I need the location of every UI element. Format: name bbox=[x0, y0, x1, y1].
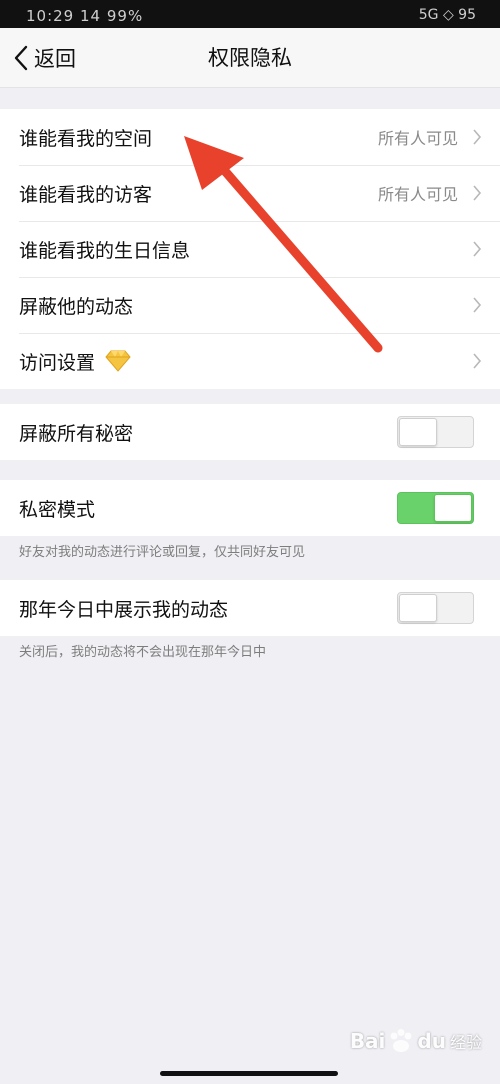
row-label: 屏蔽所有秘密 bbox=[19, 422, 134, 445]
paw-icon bbox=[390, 1029, 412, 1052]
toggle-knob bbox=[399, 418, 437, 446]
chevron-right-icon bbox=[473, 297, 482, 313]
toggle-knob bbox=[434, 494, 472, 522]
row-label: 谁能看我的访客 bbox=[19, 183, 153, 206]
hide-secrets-group: 屏蔽所有秘密 bbox=[0, 404, 500, 460]
row-label: 谁能看我的生日信息 bbox=[19, 239, 191, 262]
memories-group: 那年今日中展示我的动态 bbox=[0, 580, 500, 636]
private-mode-group: 私密模式 bbox=[0, 480, 500, 536]
toggle-knob bbox=[399, 594, 437, 622]
chevron-right-icon bbox=[473, 353, 482, 369]
row-label: 谁能看我的空间 bbox=[19, 127, 153, 150]
home-indicator[interactable] bbox=[160, 1071, 338, 1076]
status-bar: 10:29 14 99% 5G ◇ 95 bbox=[0, 0, 500, 28]
watermark-brand-b: du bbox=[417, 1029, 446, 1053]
memories-note: 关闭后，我的动态将不会出现在那年今日中 bbox=[19, 645, 267, 660]
page-title: 权限隐私 bbox=[208, 46, 292, 70]
row-label: 屏蔽他的动态 bbox=[19, 295, 134, 318]
navigation-bar: 返回 权限隐私 bbox=[0, 28, 500, 88]
red-arrow-annotation bbox=[184, 136, 383, 353]
chevron-right-icon bbox=[473, 185, 482, 201]
memories-toggle[interactable] bbox=[397, 592, 474, 624]
row-hide-all-secrets: 屏蔽所有秘密 bbox=[0, 404, 500, 460]
status-indicators: 5G ◇ 95 bbox=[418, 7, 476, 23]
hide-secrets-toggle[interactable] bbox=[397, 416, 474, 448]
watermark-suffix: 经验 bbox=[449, 1033, 482, 1052]
row-label: 私密模式 bbox=[19, 498, 96, 521]
private-mode-note: 好友对我的动态进行评论或回复，仅共同好友可见 bbox=[19, 545, 306, 560]
status-time: 10:29 14 99% bbox=[26, 7, 144, 25]
row-label: 访问设置 bbox=[19, 351, 96, 374]
watermark-brand-a: Bai bbox=[349, 1029, 386, 1053]
watermark-logo: Bai du 经验 bbox=[350, 1028, 482, 1054]
chevron-right-icon bbox=[473, 129, 482, 145]
row-show-in-memories: 那年今日中展示我的动态 bbox=[0, 580, 500, 636]
diamond-icon bbox=[105, 350, 131, 372]
row-private-mode: 私密模式 bbox=[0, 480, 500, 536]
chevron-right-icon bbox=[473, 241, 482, 257]
private-mode-toggle[interactable] bbox=[397, 492, 474, 524]
row-label: 那年今日中展示我的动态 bbox=[19, 598, 229, 621]
